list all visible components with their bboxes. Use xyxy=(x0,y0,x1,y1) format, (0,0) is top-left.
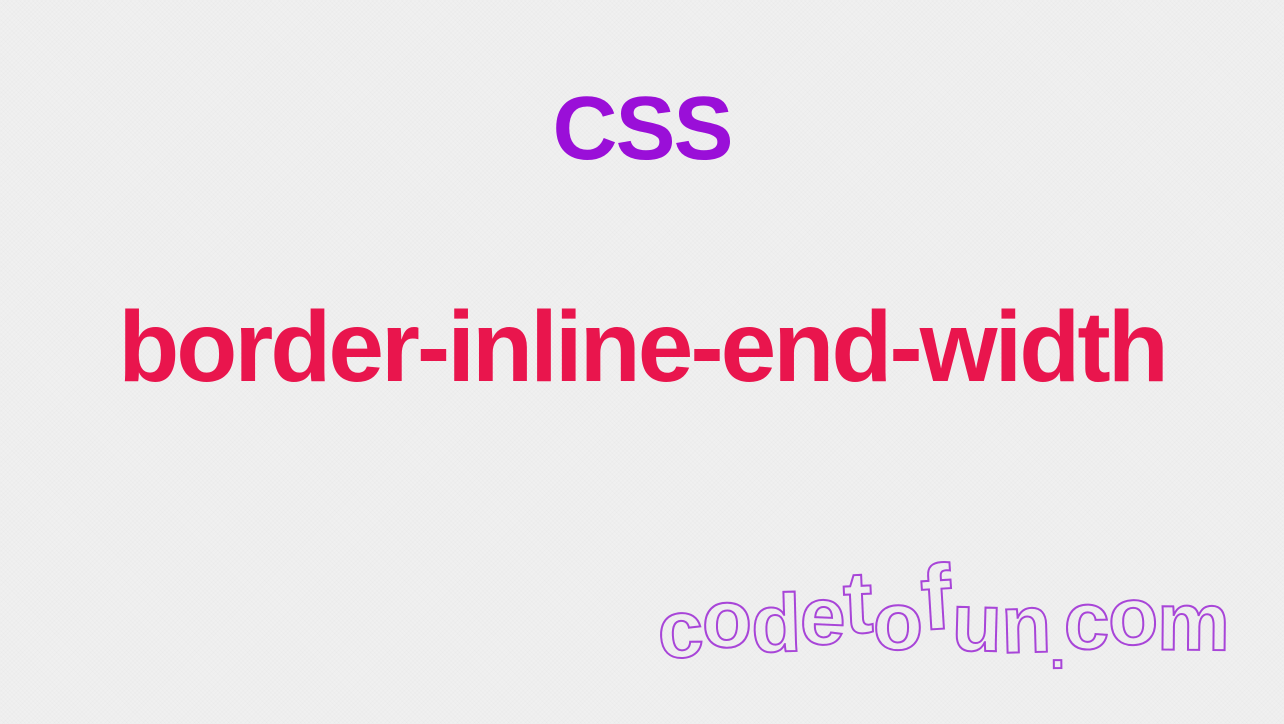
css-property-name: border-inline-end-width xyxy=(118,290,1166,405)
brand-watermark: codetofun.com xyxy=(656,562,1229,672)
css-heading: CSS xyxy=(552,78,731,181)
